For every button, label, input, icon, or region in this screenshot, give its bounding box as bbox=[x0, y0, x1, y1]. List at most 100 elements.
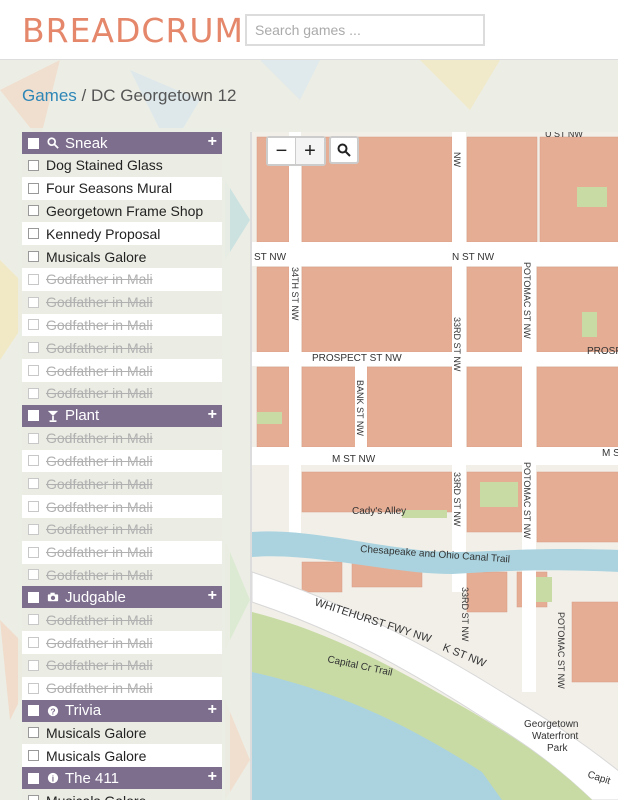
item-checkbox[interactable] bbox=[28, 228, 39, 240]
list-item[interactable]: Musicals Galore bbox=[22, 744, 222, 768]
group-checkbox[interactable] bbox=[28, 772, 39, 784]
group-checkbox[interactable] bbox=[28, 137, 39, 149]
item-label: Godfather in Mali bbox=[46, 634, 153, 651]
item-checkbox[interactable] bbox=[28, 727, 39, 739]
list-item[interactable]: Godfather in Mali bbox=[22, 290, 222, 314]
add-item-button[interactable]: + bbox=[208, 768, 217, 786]
group-title: Trivia bbox=[65, 702, 102, 720]
breadcrumb: Games / DC Georgetown 12 bbox=[22, 86, 237, 106]
item-checkbox[interactable] bbox=[28, 750, 39, 762]
list-item[interactable]: Four Seasons Mural bbox=[22, 176, 222, 200]
item-label: Godfather in Mali bbox=[46, 271, 153, 288]
map-search-button[interactable] bbox=[329, 136, 359, 164]
search-input[interactable] bbox=[245, 14, 485, 46]
list-item[interactable]: Godfather in Mali bbox=[22, 495, 222, 518]
list-item[interactable]: Dog Stained Glass bbox=[22, 154, 222, 177]
item-checkbox[interactable] bbox=[28, 319, 39, 331]
item-checkbox[interactable] bbox=[28, 432, 39, 444]
item-checkbox[interactable] bbox=[28, 569, 39, 581]
list-item[interactable]: Godfather in Mali bbox=[22, 563, 222, 587]
item-checkbox[interactable] bbox=[28, 614, 39, 626]
cocktail-glass-icon bbox=[46, 409, 60, 423]
list-item[interactable]: Godfather in Mali bbox=[22, 540, 222, 564]
item-label: Godfather in Mali bbox=[46, 657, 153, 674]
add-item-button[interactable]: + bbox=[208, 133, 217, 151]
item-checkbox[interactable] bbox=[28, 251, 39, 263]
svg-text:POTOMAC ST NW: POTOMAC ST NW bbox=[522, 262, 532, 339]
item-checkbox[interactable] bbox=[28, 365, 39, 377]
item-checkbox[interactable] bbox=[28, 205, 39, 217]
item-checkbox[interactable] bbox=[28, 296, 39, 308]
svg-text:Waterfront: Waterfront bbox=[532, 731, 579, 742]
item-label: Georgetown Frame Shop bbox=[46, 202, 204, 219]
breadcrumb-link-games[interactable]: Games bbox=[22, 86, 77, 105]
item-checkbox[interactable] bbox=[28, 501, 39, 513]
item-checkbox[interactable] bbox=[28, 637, 39, 649]
breadcrumb-current: DC Georgetown 12 bbox=[90, 86, 237, 105]
item-label: Godfather in Mali bbox=[46, 452, 153, 469]
item-checkbox[interactable] bbox=[28, 546, 39, 558]
list-item[interactable]: Georgetown Frame Shop bbox=[22, 199, 222, 223]
list-item[interactable]: Godfather in Mali bbox=[22, 653, 222, 677]
map-view[interactable]: N ST NW ST NW PROSPECT ST NW PROSPE M ST… bbox=[250, 132, 618, 800]
list-item[interactable]: Godfather in Mali bbox=[22, 381, 222, 405]
item-label: Kennedy Proposal bbox=[46, 225, 161, 242]
item-checkbox[interactable] bbox=[28, 342, 39, 354]
list-item[interactable]: Godfather in Mali bbox=[22, 608, 222, 632]
group-header-the-411[interactable]: i The 411 + bbox=[22, 767, 222, 790]
item-checkbox[interactable] bbox=[28, 273, 39, 285]
item-checkbox[interactable] bbox=[28, 659, 39, 671]
group-header-judgable[interactable]: Judgable + bbox=[22, 586, 222, 609]
add-item-button[interactable]: + bbox=[208, 701, 217, 719]
camera-icon bbox=[46, 590, 60, 604]
svg-text:PROSPE: PROSPE bbox=[587, 346, 618, 357]
zoom-out-button[interactable]: − bbox=[268, 138, 296, 164]
list-item[interactable]: Musicals Galore bbox=[22, 721, 222, 745]
breadcrumb-separator: / bbox=[76, 86, 91, 105]
item-checkbox[interactable] bbox=[28, 159, 39, 171]
brand-logo[interactable]: BREADCRUMB bbox=[22, 11, 268, 50]
svg-text:POTOMAC ST NW: POTOMAC ST NW bbox=[522, 462, 532, 539]
svg-text:M ST NW: M ST NW bbox=[332, 454, 376, 465]
add-item-button[interactable]: + bbox=[208, 587, 217, 605]
svg-text:?: ? bbox=[50, 706, 55, 716]
item-label: Godfather in Mali bbox=[46, 362, 153, 379]
list-item[interactable]: Kennedy Proposal bbox=[22, 222, 222, 246]
list-item[interactable]: Godfather in Mali bbox=[22, 313, 222, 337]
svg-text:34TH ST NW: 34TH ST NW bbox=[290, 267, 300, 321]
item-checkbox[interactable] bbox=[28, 387, 39, 399]
list-item[interactable]: Godfather in Mali bbox=[22, 517, 222, 541]
zoom-controls: − + bbox=[266, 136, 326, 166]
item-label: Godfather in Mali bbox=[46, 498, 153, 515]
group-title: Plant bbox=[65, 407, 100, 425]
add-item-button[interactable]: + bbox=[208, 406, 217, 424]
item-label: Godfather in Mali bbox=[46, 385, 153, 402]
list-item[interactable]: Godfather in Mali bbox=[22, 472, 222, 496]
svg-text:BANK ST NW: BANK ST NW bbox=[355, 380, 365, 436]
list-item[interactable]: Godfather in Mali bbox=[22, 336, 222, 360]
item-checkbox[interactable] bbox=[28, 682, 39, 694]
group-checkbox[interactable] bbox=[28, 705, 39, 717]
list-item[interactable]: Musicals Galore bbox=[22, 245, 222, 268]
item-checkbox[interactable] bbox=[28, 795, 39, 800]
zoom-in-button[interactable]: + bbox=[296, 138, 324, 164]
group-header-plant[interactable]: Plant + bbox=[22, 404, 222, 427]
group-checkbox[interactable] bbox=[28, 410, 39, 422]
list-item[interactable]: Godfather in Mali bbox=[22, 359, 222, 382]
list-item[interactable]: Godfather in Mali bbox=[22, 449, 222, 473]
group-header-sneak[interactable]: Sneak + bbox=[22, 132, 222, 154]
list-item[interactable]: Godfather in Mali bbox=[22, 426, 222, 450]
item-checkbox[interactable] bbox=[28, 455, 39, 467]
list-item[interactable]: Godfather in Mali bbox=[22, 676, 222, 700]
list-item[interactable]: Godfather in Mali bbox=[22, 631, 222, 654]
group-title: The 411 bbox=[65, 769, 119, 787]
item-checkbox[interactable] bbox=[28, 478, 39, 490]
item-label: Musicals Galore bbox=[46, 793, 146, 800]
item-checkbox[interactable] bbox=[28, 182, 39, 194]
group-header-trivia[interactable]: ? Trivia + bbox=[22, 699, 222, 722]
group-checkbox[interactable] bbox=[28, 591, 39, 603]
svg-text:POTOMAC ST NW: POTOMAC ST NW bbox=[556, 612, 566, 689]
list-item[interactable]: Musicals Galore bbox=[22, 789, 222, 800]
list-item[interactable]: Godfather in Mali bbox=[22, 267, 222, 291]
item-checkbox[interactable] bbox=[28, 523, 39, 535]
